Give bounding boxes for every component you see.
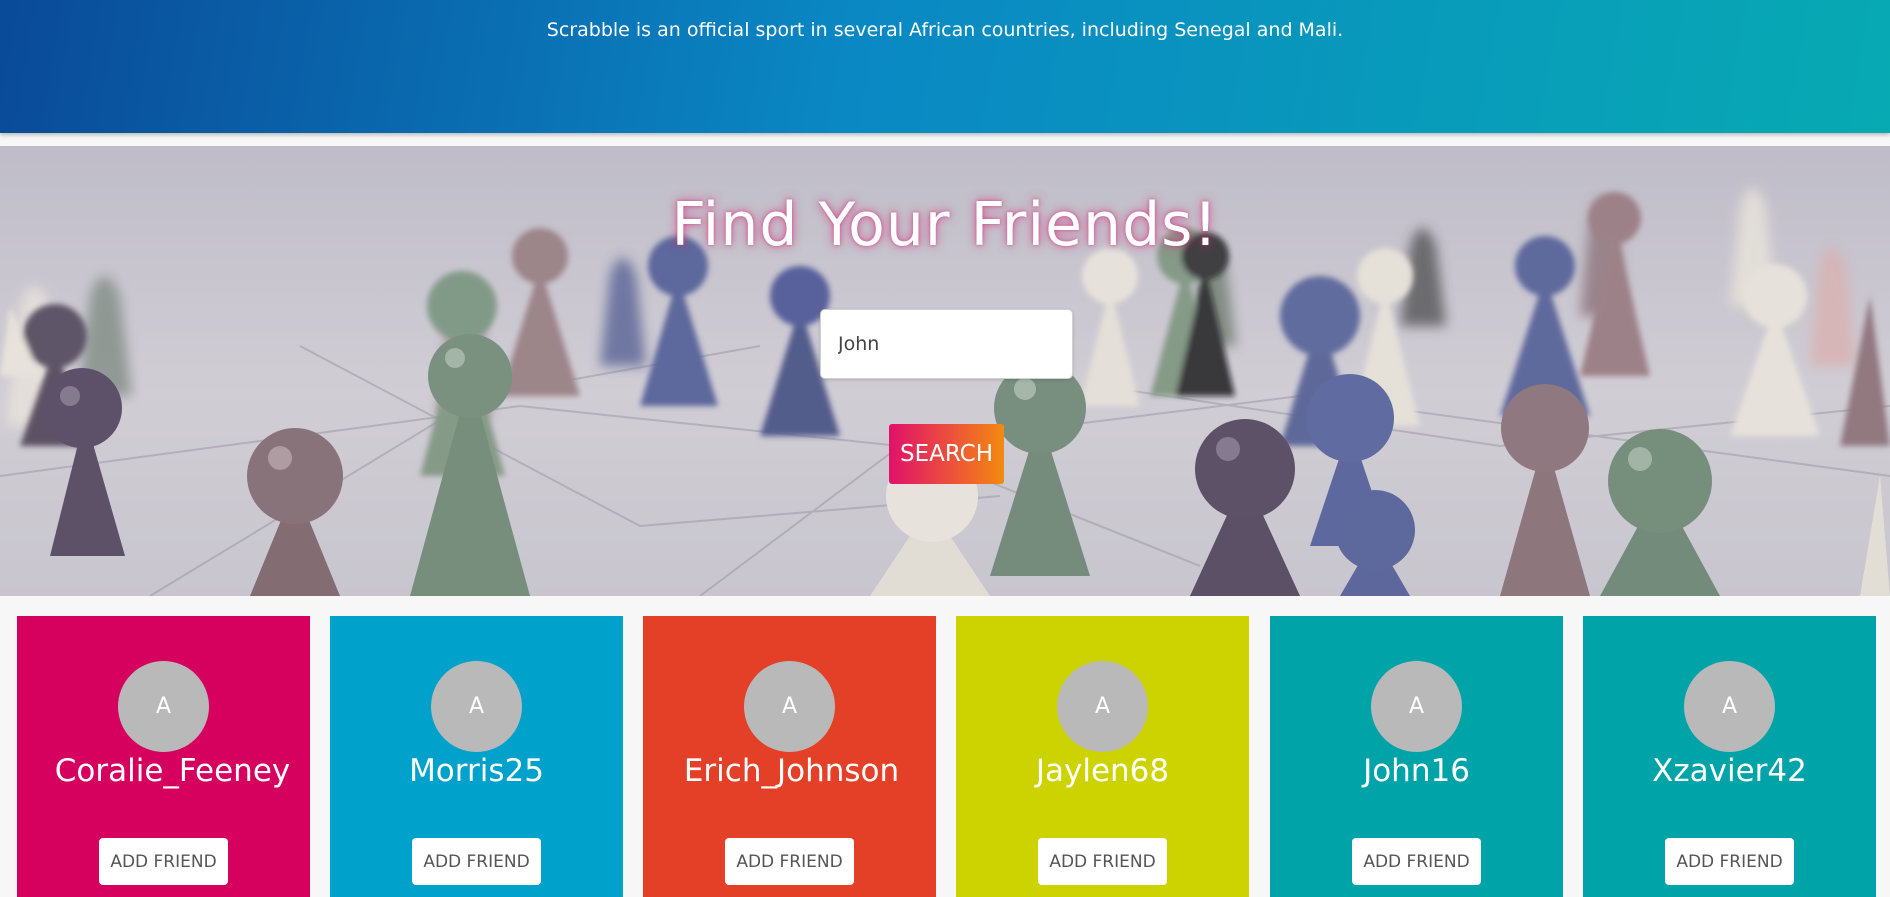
username: John16 (1363, 753, 1470, 789)
username: Erich_Johnson (683, 753, 900, 789)
page-title: Find Your Friends! (671, 190, 1219, 260)
search-button[interactable]: SEARCH (889, 424, 1004, 484)
avatar: A (431, 661, 522, 752)
avatar: A (1371, 661, 1462, 752)
username: Xzavier42 (1652, 753, 1807, 789)
avatar: A (1684, 661, 1775, 752)
search-results: A Coralie_Feeney ADD FRIEND A Morris25 A… (0, 616, 1890, 897)
user-card: A Coralie_Feeney ADD FRIEND (17, 616, 310, 897)
user-card: A Xzavier42 ADD FRIEND (1583, 616, 1876, 897)
username: Coralie_Feeney (54, 753, 291, 789)
avatar: A (118, 661, 209, 752)
avatar: A (744, 661, 835, 752)
friend-search-input[interactable] (820, 309, 1073, 379)
username: Morris25 (409, 753, 544, 789)
add-friend-button[interactable]: ADD FRIEND (1665, 838, 1794, 885)
username: Jaylen68 (1035, 753, 1170, 789)
add-friend-button[interactable]: ADD FRIEND (99, 838, 228, 885)
add-friend-button[interactable]: ADD FRIEND (412, 838, 541, 885)
add-friend-button[interactable]: ADD FRIEND (1038, 838, 1167, 885)
add-friend-button[interactable]: ADD FRIEND (1352, 838, 1481, 885)
user-card: A Erich_Johnson ADD FRIEND (643, 616, 936, 897)
fact-banner: Scrabble is an official sport in several… (0, 0, 1890, 133)
user-card: A Morris25 ADD FRIEND (330, 616, 623, 897)
fun-fact-text: Scrabble is an official sport in several… (546, 19, 1344, 41)
find-friends-hero: Find Your Friends! SEARCH (0, 146, 1890, 596)
user-card: A Jaylen68 ADD FRIEND (956, 616, 1249, 897)
avatar: A (1057, 661, 1148, 752)
add-friend-button[interactable]: ADD FRIEND (725, 838, 854, 885)
user-card: A John16 ADD FRIEND (1270, 616, 1563, 897)
